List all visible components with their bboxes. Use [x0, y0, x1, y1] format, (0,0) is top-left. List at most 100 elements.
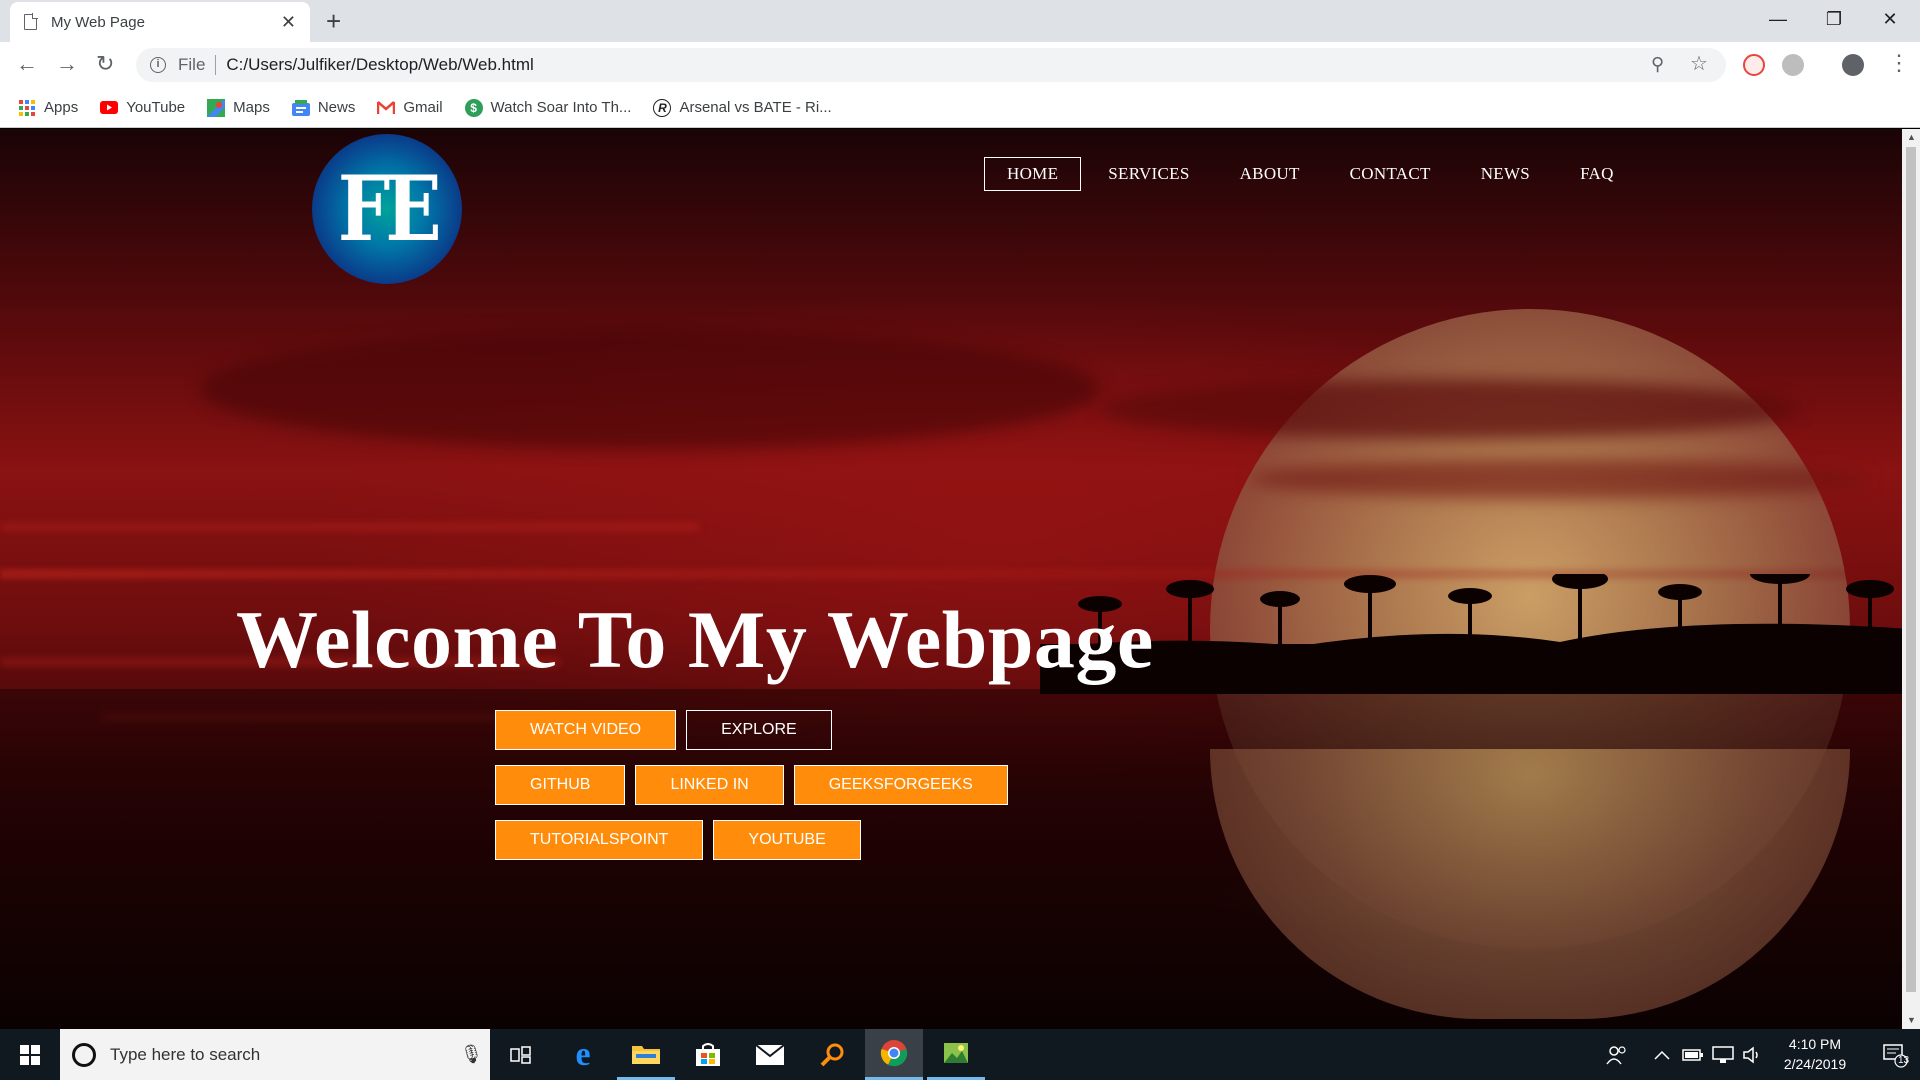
profile-avatar-icon[interactable] [1842, 54, 1864, 76]
watch-video-button[interactable]: WATCH VIDEO [495, 710, 677, 750]
browser-toolbar: ← → ↻ i File C:/Users/Julfiker/Desktop/W… [0, 42, 1920, 88]
tab-title: My Web Page [51, 13, 145, 31]
task-view-icon[interactable] [492, 1029, 550, 1080]
nav-news-link[interactable]: NEWS [1458, 157, 1553, 191]
url-text[interactable]: C:/Users/Julfiker/Desktop/Web/Web.html [226, 55, 533, 75]
info-icon[interactable]: i [150, 57, 166, 73]
bookmark-label: Arsenal vs BATE - Ri... [679, 99, 832, 116]
clock-date: 2/24/2019 [1783, 1056, 1847, 1072]
r-logo-icon: R [653, 98, 672, 117]
store-icon[interactable] [679, 1029, 737, 1080]
bookmark-gmail[interactable]: Gmail [377, 99, 443, 117]
clock-time: 4:10 PM [1788, 1036, 1842, 1052]
windows-taskbar: Type here to search 🎙 e 4:10 PM 2/24/201… [0, 1029, 1920, 1080]
tutorialspoint-button[interactable]: TUTORIALSPOINT [495, 820, 704, 860]
logo-text: FE [337, 156, 442, 262]
notification-center-icon[interactable]: 13 [1870, 1029, 1920, 1080]
search-placeholder: Type here to search [110, 1044, 261, 1064]
bookmark-label: Gmail [403, 99, 443, 116]
maps-icon [207, 98, 226, 117]
hero-title: Welcome To My Webpage [236, 594, 1154, 685]
news-icon [291, 99, 310, 117]
back-button[interactable]: ← [16, 51, 38, 77]
menu-kebab-icon[interactable]: ⋮ [1888, 50, 1910, 76]
site-nav: HOME SERVICES ABOUT CONTACT NEWS FAQ [984, 157, 1641, 191]
scheme-label: File [178, 55, 206, 74]
dollar-circle-icon: $ [464, 98, 483, 117]
start-button[interactable] [0, 1029, 60, 1080]
image-viewer-icon[interactable] [927, 1029, 985, 1080]
minimize-button[interactable]: — [1750, 0, 1806, 38]
bookmark-star-icon[interactable]: ☆ [1690, 51, 1708, 76]
nav-contact-link[interactable]: CONTACT [1327, 157, 1454, 191]
system-clock[interactable]: 4:10 PM 2/24/2019 [1760, 1034, 1870, 1074]
explore-button[interactable]: EXPLORE [686, 710, 832, 750]
edge-icon[interactable]: e [554, 1029, 612, 1080]
button-row-links: GITHUB LINKED IN GEEKSFORGEEKS [495, 765, 1018, 805]
taskbar-search[interactable]: Type here to search 🎙 [60, 1029, 490, 1080]
people-icon[interactable] [1606, 1029, 1628, 1080]
github-button[interactable]: GITHUB [495, 765, 626, 805]
windows-logo-icon [20, 1044, 40, 1065]
scroll-thumb[interactable] [1906, 147, 1916, 992]
search-app-icon[interactable] [803, 1029, 861, 1080]
nav-faq-link[interactable]: FAQ [1557, 157, 1637, 191]
address-bar[interactable]: i File C:/Users/Julfiker/Desktop/Web/Web… [136, 48, 1726, 82]
file-explorer-icon[interactable] [617, 1029, 675, 1080]
bookmark-news[interactable]: News [291, 99, 356, 117]
bookmark-label: Watch Soar Into Th... [490, 99, 632, 116]
button-row-primary: WATCH VIDEO EXPLORE [495, 710, 842, 750]
light-streak [0, 524, 700, 530]
geeksforgeeks-button[interactable]: GEEKSFORGEEKS [793, 765, 1008, 805]
browser-tab[interactable]: My Web Page ✕ [10, 2, 310, 42]
cloud-band [1100, 379, 1800, 439]
address-separator [215, 55, 217, 75]
zoom-icon[interactable]: ⚲ [1651, 54, 1664, 75]
bookmarks-bar: Apps YouTube Maps News Gmail $ Watch Soa… [0, 88, 1920, 128]
cloud-band [200, 329, 1100, 449]
battery-icon[interactable] [1682, 1029, 1704, 1080]
bookmark-label: Maps [233, 99, 270, 116]
bookmark-arsenal[interactable]: R Arsenal vs BATE - Ri... [653, 98, 832, 117]
site-logo[interactable]: FE [312, 134, 462, 284]
gmail-icon [377, 99, 396, 117]
bookmark-label: News [317, 99, 356, 116]
page-viewport: FE HOME SERVICES ABOUT CONTACT NEWS FAQ … [0, 129, 1902, 1029]
extension-red-icon[interactable] [1743, 54, 1765, 76]
youtube-button[interactable]: YOUTUBE [713, 820, 861, 860]
maximize-button[interactable]: ❐ [1806, 0, 1862, 38]
linkedin-button[interactable]: LINKED IN [635, 765, 784, 805]
chrome-icon[interactable] [865, 1029, 923, 1080]
cortana-icon [72, 1042, 96, 1067]
youtube-icon [100, 99, 119, 117]
scroll-up-icon[interactable]: ▲ [1907, 132, 1916, 142]
new-tab-button[interactable]: + [326, 6, 341, 37]
microphone-icon[interactable]: 🎙 [460, 1044, 490, 1065]
nav-home-link[interactable]: HOME [984, 157, 1082, 191]
nav-about-link[interactable]: ABOUT [1217, 157, 1323, 191]
apps-grid-icon [18, 99, 36, 117]
volume-icon[interactable] [1742, 1029, 1762, 1080]
scroll-down-icon[interactable]: ▼ [1907, 1015, 1916, 1025]
network-icon[interactable] [1712, 1029, 1734, 1080]
reload-button[interactable]: ↻ [96, 51, 114, 77]
bookmark-label: Apps [44, 99, 79, 116]
palm-treeline [1040, 574, 1902, 694]
bookmark-apps[interactable]: Apps [18, 99, 78, 117]
mail-icon[interactable] [741, 1029, 799, 1080]
forward-button[interactable]: → [56, 51, 78, 77]
close-tab-icon[interactable]: ✕ [281, 12, 296, 33]
tab-strip: My Web Page ✕ + — ❐ ✕ [0, 0, 1920, 42]
bookmark-youtube[interactable]: YouTube [100, 99, 185, 117]
button-row-more-links: TUTORIALSPOINT YOUTUBE [495, 820, 871, 860]
close-window-button[interactable]: ✕ [1862, 0, 1918, 38]
page-icon [24, 13, 38, 30]
bookmark-watch-soar[interactable]: $ Watch Soar Into Th... [464, 98, 632, 117]
cloud-band [1250, 459, 1870, 499]
bookmark-maps[interactable]: Maps [207, 98, 270, 117]
bookmark-label: YouTube [126, 99, 186, 116]
nav-services-link[interactable]: SERVICES [1085, 157, 1212, 191]
chevron-up-icon[interactable] [1654, 1029, 1670, 1080]
page-scrollbar[interactable]: ▲ ▼ [1902, 129, 1920, 1029]
extension-gray-icon[interactable] [1782, 54, 1804, 76]
